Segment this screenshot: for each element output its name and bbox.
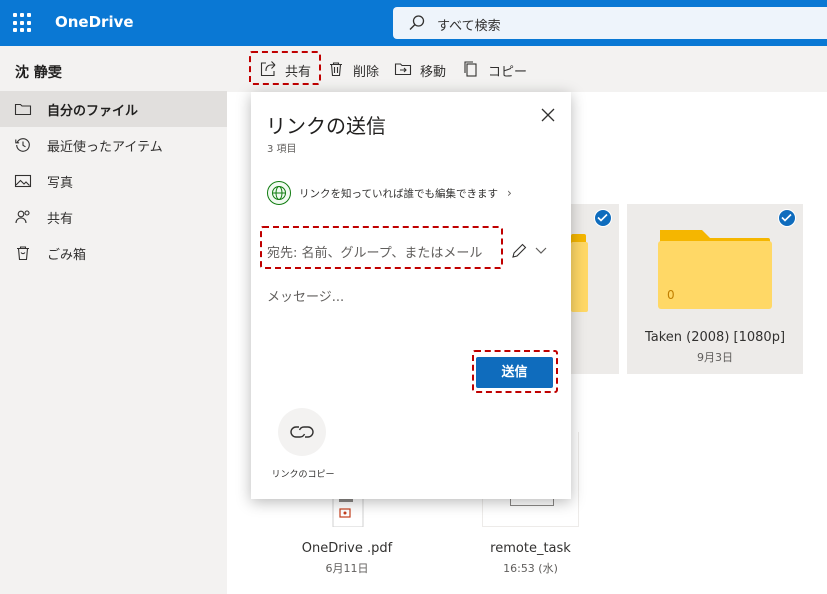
people-icon [15, 210, 30, 224]
photo-icon [14, 174, 32, 188]
app-title[interactable]: OneDrive [55, 13, 134, 31]
copy-label: コピー [488, 65, 528, 80]
sidebar-item-shared[interactable]: 共有 [0, 199, 227, 235]
pencil-icon[interactable] [510, 242, 528, 260]
link-permission-setting[interactable]: リンクを知っていれば誰でも編集できます › [267, 181, 557, 205]
dialog-subtitle: 3 項目 [267, 144, 297, 155]
copy-link-label: リンクのコピー [271, 470, 335, 480]
delete-button[interactable]: 削除 [327, 58, 387, 80]
selected-check-icon[interactable] [594, 209, 612, 227]
sidebar-item-my-files[interactable]: 自分のファイル [0, 91, 227, 127]
dialog-title: リンクの送信 [266, 114, 386, 138]
search-icon [409, 15, 425, 30]
user-name: 沈 静雯 [15, 65, 62, 81]
folder-icon [571, 234, 588, 312]
share-highlight [249, 51, 321, 85]
delete-label: 削除 [353, 65, 380, 80]
link-icon [290, 426, 314, 438]
app-launcher-icon[interactable] [13, 13, 33, 33]
sidebar-item-recycle-bin[interactable]: ごみ箱 [0, 235, 227, 271]
sidebar: 沈 静雯 自分のファイル 最近使ったアイテム 写真 共有 ごみ箱 [0, 46, 227, 594]
folder-date: 9月3日 [697, 351, 733, 364]
permission-text: リンクを知っていれば誰でも編集できます [299, 188, 498, 200]
sidebar-item-label: 写真 [47, 176, 74, 191]
folder-name: Taken (2008) [1080p] [644, 330, 786, 345]
history-icon [15, 138, 30, 152]
globe-icon [267, 181, 291, 205]
file-name: remote_task [490, 541, 571, 556]
selected-check-icon[interactable] [778, 209, 796, 227]
folder-tile[interactable]: 0 Taken (2008) [1080p] 9月3日 [627, 204, 803, 374]
copy-icon [464, 61, 477, 77]
chevron-down-icon[interactable] [534, 243, 548, 257]
sidebar-item-label: 自分のファイル [47, 104, 139, 119]
send-link-dialog: リンクの送信 3 項目 リンクを知っていれば誰でも編集できます › 宛先: 名前… [251, 92, 571, 499]
file-date: 16:53 (水) [503, 562, 558, 575]
sidebar-item-photos[interactable]: 写真 [0, 163, 227, 199]
copy-button[interactable]: コピー [462, 58, 532, 80]
search-placeholder: すべて検索 [437, 19, 501, 34]
search-box[interactable]: すべて検索 [393, 7, 827, 39]
file-name: OneDrive .pdf [301, 541, 393, 556]
move-button[interactable]: 移動 [394, 58, 454, 80]
file-date: 6月11日 [325, 562, 369, 575]
sidebar-item-label: ごみ箱 [47, 248, 87, 263]
send-highlight [472, 350, 558, 393]
copy-link-button[interactable] [278, 408, 326, 456]
folder-badge: 0 [667, 288, 675, 302]
message-input[interactable]: メッセージ... [267, 286, 344, 305]
trash-icon [330, 62, 342, 77]
move-label: 移動 [420, 65, 447, 80]
sidebar-item-label: 最近使ったアイテム [47, 140, 163, 155]
recipients-highlight [260, 226, 503, 269]
folder-icon [658, 230, 772, 309]
trash-icon [17, 246, 29, 261]
close-icon[interactable] [539, 106, 557, 124]
move-icon [394, 63, 412, 76]
top-bar: OneDrive すべて検索 [0, 0, 827, 46]
folder-icon [14, 103, 32, 116]
chevron-right-icon: › [507, 186, 512, 200]
sidebar-item-label: 共有 [47, 212, 74, 227]
pdf-file-icon [332, 497, 364, 527]
folder-tile[interactable] [571, 204, 619, 374]
sidebar-item-recent[interactable]: 最近使ったアイテム [0, 127, 227, 163]
